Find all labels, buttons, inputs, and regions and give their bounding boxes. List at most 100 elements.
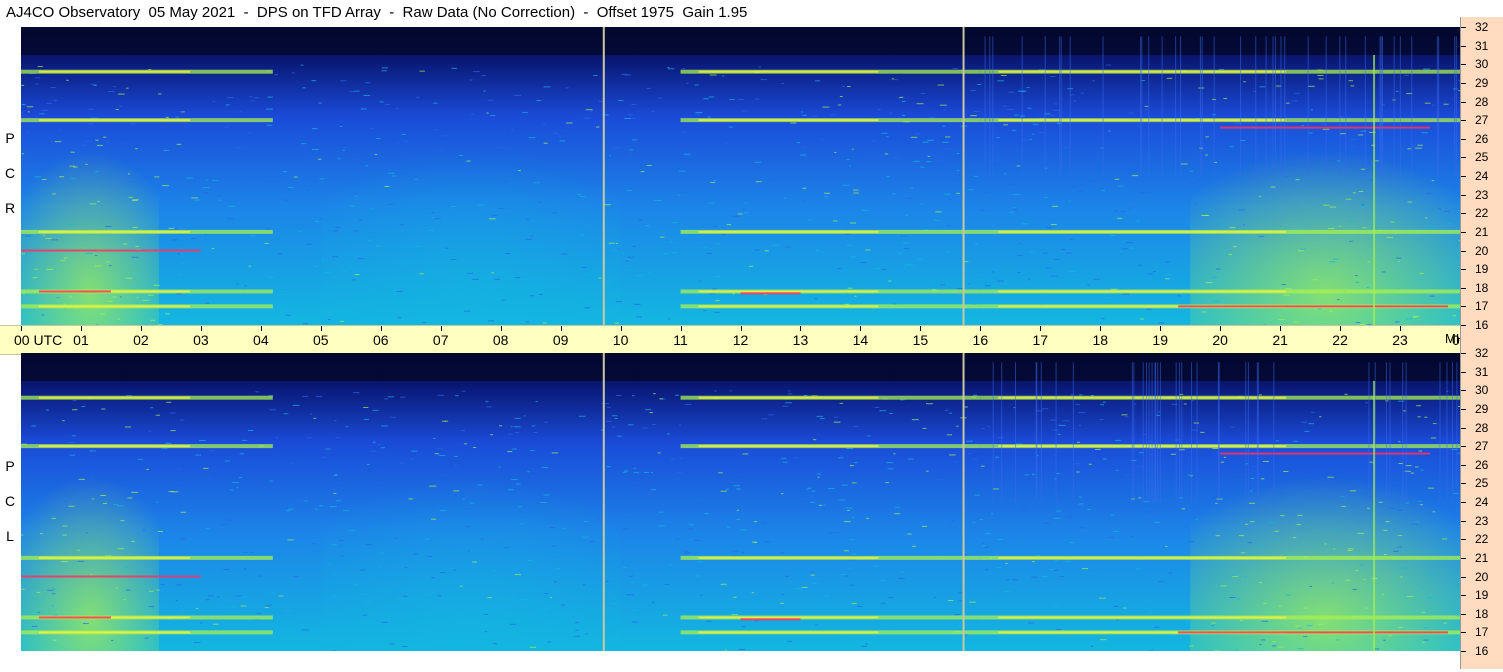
noise-speck [1079, 394, 1083, 396]
freq-tick [1461, 64, 1466, 66]
noise-speck [787, 390, 791, 392]
time-tick [80, 326, 82, 331]
noise-speck [367, 464, 370, 466]
noise-speck [1079, 496, 1083, 498]
noise-speck [550, 174, 554, 176]
noise-speck [1211, 276, 1219, 278]
noise-speck [248, 429, 254, 431]
noise-speck [703, 310, 707, 312]
noise-speck [499, 285, 503, 287]
noise-speck [1424, 416, 1428, 418]
noise-speck [342, 149, 345, 151]
noise-speck [415, 245, 420, 247]
noise-speck [1421, 132, 1429, 134]
noise-speck [824, 192, 830, 194]
noise-speck [579, 196, 586, 198]
noise-speck [1221, 224, 1226, 226]
noise-speck [1274, 530, 1279, 532]
noise-speck [561, 604, 566, 606]
noise-speck [1115, 469, 1119, 471]
freq-tick-label: 24 [1475, 495, 1489, 509]
noise-speck [21, 84, 25, 86]
noise-speck [1410, 472, 1415, 474]
noise-speck [1227, 166, 1233, 168]
noise-speck [544, 592, 549, 594]
noise-speck [527, 471, 530, 473]
striation [1148, 36, 1150, 176]
noise-speck [1005, 579, 1010, 581]
noise-speck [365, 600, 373, 602]
noise-speck [232, 482, 240, 484]
noise-speck [1052, 454, 1056, 456]
noise-speck [1285, 288, 1292, 290]
time-tick-label: 11 [673, 332, 688, 348]
noise-speck [1310, 411, 1315, 413]
noise-speck [323, 634, 327, 636]
noise-speck [879, 410, 887, 412]
noise-speck [1397, 261, 1400, 263]
noise-speck [576, 193, 582, 195]
noise-speck [1303, 636, 1308, 638]
noise-speck [901, 115, 905, 117]
noise-speck [1180, 163, 1188, 165]
noise-speck [1303, 607, 1309, 609]
time-tick [980, 326, 982, 331]
noise-speck [857, 605, 862, 607]
noise-speck [754, 620, 759, 622]
noise-speck [175, 228, 178, 230]
noise-speck [1438, 208, 1441, 210]
noise-speck [430, 518, 437, 520]
noise-speck [157, 530, 163, 532]
noise-speck [1367, 496, 1373, 498]
noise-speck [979, 209, 986, 211]
noise-speck [88, 108, 94, 110]
time-tick-label: 15 [912, 332, 929, 348]
noise-speck [1443, 210, 1450, 212]
noise-speck [504, 310, 508, 312]
noise-speck [1009, 183, 1014, 185]
time-tick-label: 05 [312, 332, 329, 348]
noise-speck [1414, 466, 1419, 468]
striation [984, 36, 986, 176]
noise-speck [945, 148, 951, 150]
emission-glow [1190, 120, 1460, 325]
noise-speck [635, 638, 641, 640]
noise-speck [1069, 271, 1077, 273]
freq-tick-label: 19 [1475, 262, 1489, 277]
noise-speck [238, 477, 243, 479]
noise-speck [32, 277, 38, 279]
noise-speck [1021, 223, 1029, 225]
noise-speck [362, 293, 366, 295]
noise-speck [240, 605, 247, 607]
noise-speck [1133, 636, 1139, 638]
noise-speck [615, 243, 618, 245]
noise-speck [123, 599, 126, 601]
noise-speck [631, 139, 638, 141]
noise-speck [1393, 550, 1399, 552]
noise-speck [364, 82, 371, 84]
noise-speck [480, 312, 483, 314]
noise-speck [437, 595, 442, 597]
noise-speck [174, 482, 181, 484]
noise-speck [640, 171, 645, 173]
noise-speck [431, 212, 435, 214]
interference-band-core [698, 631, 879, 634]
noise-speck [408, 498, 414, 500]
noise-speck [881, 269, 886, 271]
noise-speck [85, 163, 88, 165]
noise-speck [949, 454, 956, 456]
noise-speck [1076, 471, 1080, 473]
noise-speck [1126, 242, 1133, 244]
interference-band-core [698, 305, 879, 308]
noise-speck [278, 253, 283, 255]
noise-speck [834, 416, 839, 418]
noise-speck [1121, 414, 1128, 416]
noise-speck [498, 207, 505, 209]
noise-speck [162, 185, 169, 187]
freq-tick [1461, 45, 1466, 47]
noise-speck [849, 222, 856, 224]
noise-speck [1238, 535, 1245, 537]
noise-speck [1229, 597, 1236, 599]
noise-speck [1275, 440, 1279, 442]
noise-speck [606, 466, 612, 468]
